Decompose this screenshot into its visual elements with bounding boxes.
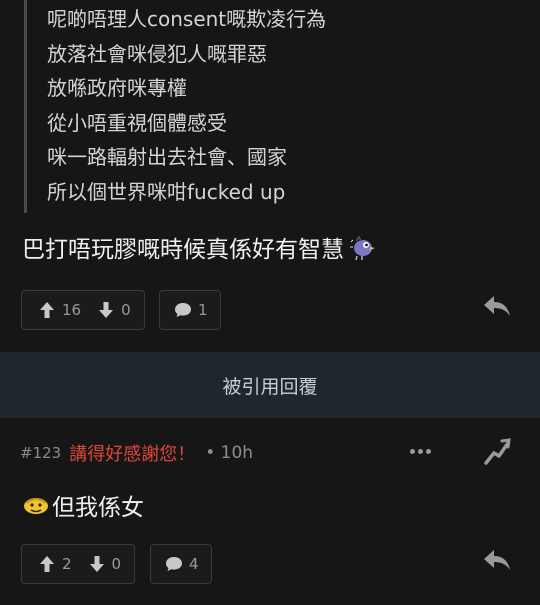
quote-line: 從小唔重視個體感受 xyxy=(47,110,227,135)
emoji-sticker-icon xyxy=(22,493,50,517)
downvote-button[interactable]: 0 xyxy=(97,301,139,319)
bird-sticker-icon xyxy=(348,232,378,262)
comment-count: 1 xyxy=(198,301,208,319)
quote-line: 放落社會咪侵犯人嘅罪惡 xyxy=(47,41,267,66)
upvote-button[interactable]: 2 xyxy=(38,555,80,573)
downvote-count: 0 xyxy=(111,555,122,573)
quoted-replies-button[interactable]: 被引用回覆 xyxy=(0,352,540,418)
vote-group: 2 0 xyxy=(21,544,135,584)
speech-bubble-icon xyxy=(165,555,183,573)
post-body: 但我係女 xyxy=(22,488,144,522)
downvote-count: 0 xyxy=(121,301,131,319)
reply-icon[interactable] xyxy=(483,549,511,571)
post-body-text: 但我係女 xyxy=(52,495,144,521)
quote-line: 咪一路輻射出去社會、國家 xyxy=(47,145,287,169)
reply-icon[interactable] xyxy=(483,295,511,317)
comment-button[interactable]: 1 xyxy=(159,290,221,330)
quoted-replies-label: 被引用回覆 xyxy=(222,375,318,398)
upvote-count: 2 xyxy=(62,555,72,573)
post-time: • 10h xyxy=(205,443,254,463)
post-meta: #123 講得好感謝您！ • 10h xyxy=(20,440,253,466)
quote-block: 呢啲唔理人consent嘅欺凌行為 放落社會咪侵犯人嘅罪惡 放喺政府咪專權 從小… xyxy=(24,0,504,213)
vote-group: 16 0 xyxy=(21,290,145,330)
arrow-up-icon xyxy=(38,301,56,319)
quote-reply-icon[interactable] xyxy=(482,437,512,465)
floor-number: #123 xyxy=(20,444,62,462)
quote-line: 放喺政府咪專權 xyxy=(47,76,187,100)
upvote-count: 16 xyxy=(62,301,82,319)
quote-line: 所以個世界咪咁fucked up xyxy=(47,179,286,204)
arrow-down-icon xyxy=(97,301,115,319)
comment-count: 4 xyxy=(189,555,199,573)
quote-line: 呢啲唔理人consent嘅欺凌行為 xyxy=(47,7,327,31)
downvote-button[interactable]: 0 xyxy=(88,555,130,573)
arrow-down-icon xyxy=(88,555,106,573)
post-body-text: 巴打唔玩膠嘅時候真係好有智慧 xyxy=(22,237,344,263)
upvote-button[interactable]: 16 xyxy=(38,301,89,319)
arrow-up-icon xyxy=(38,555,56,573)
post-body: 巴打唔玩膠嘅時候真係好有智慧 xyxy=(22,230,378,264)
author-name[interactable]: 講得好感謝您！ xyxy=(69,440,195,466)
more-options-icon[interactable] xyxy=(410,449,431,454)
speech-bubble-icon xyxy=(174,301,192,319)
comment-button[interactable]: 4 xyxy=(150,544,212,584)
